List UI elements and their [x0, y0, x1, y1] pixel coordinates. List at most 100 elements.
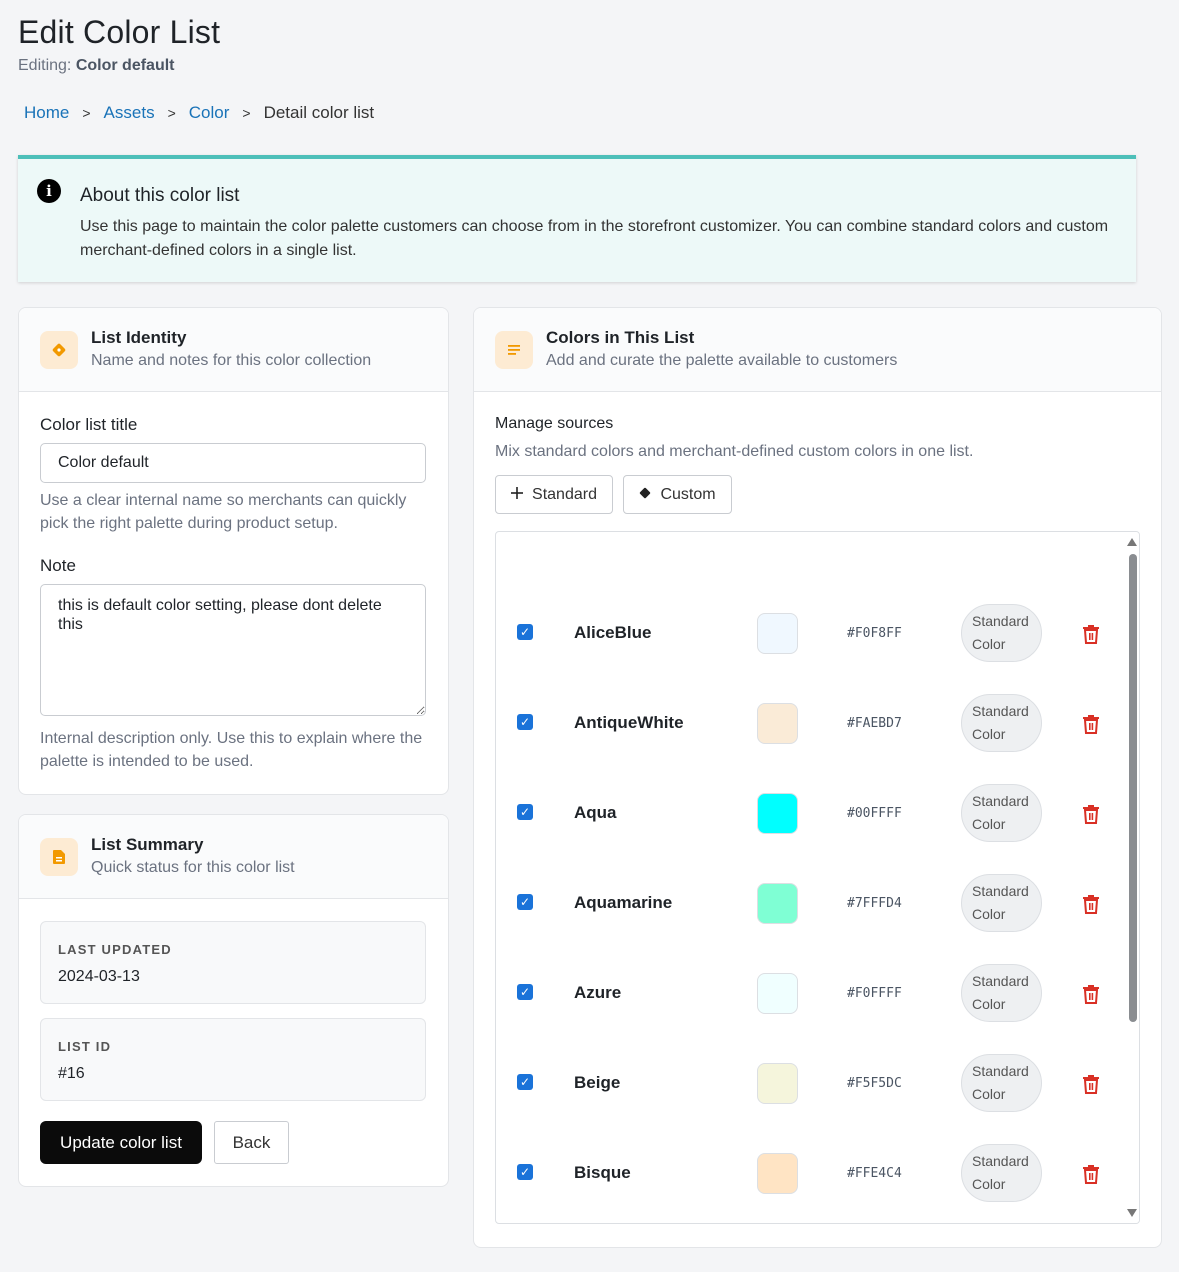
add-standard-label: Standard: [532, 485, 597, 503]
card-subtitle: Add and curate the palette available to …: [546, 352, 898, 369]
editing-subtitle: Editing: Color default: [18, 57, 175, 75]
row-checkbox[interactable]: ✓: [517, 714, 533, 730]
badge-line: Color: [972, 1176, 1006, 1192]
badge-line: Standard: [972, 973, 1029, 989]
scroll-down-arrow-icon[interactable]: [1127, 1209, 1137, 1217]
scrollbar[interactable]: [1125, 532, 1139, 1223]
badge-line: Standard: [972, 1063, 1029, 1079]
row-checkbox[interactable]: ✓: [517, 984, 533, 1000]
plus-icon: [511, 486, 524, 504]
color-swatch: [757, 613, 798, 654]
badge-line: Color: [972, 726, 1006, 742]
color-swatch: [757, 1153, 798, 1194]
color-row: ✓ Aqua #00FFFF Standard Color: [496, 768, 1121, 858]
colors-card: Colors in This List Add and curate the p…: [473, 307, 1162, 1248]
color-list[interactable]: ✓ AliceBlue #F0F8FF Standard Color ✓ AntiqueWh…: [495, 531, 1140, 1224]
trash-icon[interactable]: [1081, 623, 1101, 645]
row-checkbox[interactable]: ✓: [517, 624, 533, 640]
list-id-label: LIST ID: [58, 1039, 112, 1054]
row-checkbox[interactable]: ✓: [517, 1164, 533, 1180]
add-custom-button[interactable]: Custom: [623, 475, 732, 514]
badge-line: Standard: [972, 703, 1029, 719]
last-updated-value: 2024-03-13: [58, 968, 140, 985]
list-id-value: #16: [58, 1065, 85, 1082]
breadcrumb-assets[interactable]: Assets: [104, 103, 155, 123]
update-color-list-button[interactable]: Update color list: [40, 1121, 202, 1164]
color-row: ✓ AntiqueWhite #FAEBD7 Standard Color: [496, 678, 1121, 768]
document-icon: [40, 838, 78, 876]
color-list-title-input[interactable]: [40, 443, 426, 483]
color-row: ✓ Azure #F0FFFF Standard Color: [496, 948, 1121, 1038]
badge-line: Color: [972, 636, 1006, 652]
row-checkbox[interactable]: ✓: [517, 804, 533, 820]
card-header: List Identity Name and notes for this co…: [19, 308, 448, 392]
breadcrumb-current: Detail color list: [263, 103, 375, 122]
last-updated-box: LAST UPDATED 2024-03-13: [40, 921, 426, 1004]
color-name: AliceBlue: [574, 623, 652, 642]
breadcrumb-color[interactable]: Color: [189, 103, 230, 123]
color-hex: #F0FFFF: [847, 986, 902, 1001]
color-swatch: [757, 703, 798, 744]
color-type-badge: Standard Color: [961, 604, 1042, 662]
trash-icon[interactable]: [1081, 1163, 1101, 1185]
trash-icon[interactable]: [1081, 1073, 1101, 1095]
breadcrumb-home[interactable]: Home: [24, 103, 69, 123]
scroll-up-arrow-icon[interactable]: [1127, 538, 1137, 546]
color-hex: #FFE4C4: [847, 1166, 902, 1181]
card-header: Colors in This List Add and curate the p…: [474, 308, 1161, 392]
trash-icon[interactable]: [1081, 893, 1101, 915]
note-help-text: Internal description only. Use this to e…: [40, 730, 423, 770]
color-row: ✓ Bisque #FFE4C4 Standard Color: [496, 1128, 1121, 1218]
color-hex: #7FFFD4: [847, 896, 902, 911]
list-summary-card: List Summary Quick status for this color…: [18, 814, 449, 1187]
manage-sources-title: Manage sources: [495, 415, 614, 432]
editing-label: Editing:: [18, 57, 72, 74]
color-type-badge: Standard Color: [961, 784, 1042, 842]
color-row: ✓ AliceBlue #F0F8FF Standard Color: [496, 588, 1121, 678]
breadcrumb-separator: >: [167, 105, 176, 121]
row-checkbox[interactable]: ✓: [517, 1074, 533, 1090]
manage-sources-help: Mix standard colors and merchant-defined…: [495, 443, 974, 460]
card-header: List Summary Quick status for this color…: [19, 815, 448, 899]
color-name: Beige: [574, 1073, 621, 1092]
tag-icon: [40, 331, 78, 369]
color-row: ✓ Beige #F5F5DC Standard Color: [496, 1038, 1121, 1128]
color-hex: #F0F8FF: [847, 626, 902, 641]
info-callout: i About this color list Use this page to…: [18, 155, 1136, 282]
color-row: ✓ Aquamarine #7FFFD4 Standard Color: [496, 858, 1121, 948]
badge-line: Color: [972, 996, 1006, 1012]
badge-line: Color: [972, 1086, 1006, 1102]
diamond-icon: [639, 486, 651, 504]
trash-icon[interactable]: [1081, 713, 1101, 735]
add-standard-button[interactable]: Standard: [495, 475, 613, 514]
info-text: Use this page to maintain the color pale…: [80, 218, 1109, 259]
color-type-badge: Standard Color: [961, 874, 1042, 932]
trash-icon[interactable]: [1081, 803, 1101, 825]
color-name: Aqua: [574, 803, 617, 822]
editing-value: Color default: [75, 57, 175, 74]
trash-icon[interactable]: [1081, 983, 1101, 1005]
color-type-badge: Standard Color: [961, 1144, 1042, 1202]
back-button[interactable]: Back: [214, 1121, 289, 1164]
breadcrumb-separator: >: [242, 105, 251, 121]
scroll-thumb[interactable]: [1129, 554, 1137, 1022]
color-hex: #F5F5DC: [847, 1076, 902, 1091]
color-swatch: [757, 793, 798, 834]
color-hex: #00FFFF: [847, 806, 902, 821]
card-title: List Identity: [91, 328, 187, 347]
info-title: About this color list: [80, 185, 240, 206]
info-icon: i: [37, 179, 61, 203]
card-title: Colors in This List: [546, 328, 695, 347]
note-textarea[interactable]: this is default color setting, please do…: [40, 584, 426, 716]
color-type-badge: Standard Color: [961, 964, 1042, 1022]
color-type-badge: Standard Color: [961, 694, 1042, 752]
badge-line: Color: [972, 906, 1006, 922]
color-swatch: [757, 1063, 798, 1104]
row-checkbox[interactable]: ✓: [517, 894, 533, 910]
badge-line: Standard: [972, 793, 1029, 809]
color-name: Aquamarine: [574, 893, 673, 912]
list-icon: [495, 331, 533, 369]
badge-line: Standard: [972, 883, 1029, 899]
badge-line: Standard: [972, 613, 1029, 629]
note-field-label: Note: [40, 556, 76, 575]
